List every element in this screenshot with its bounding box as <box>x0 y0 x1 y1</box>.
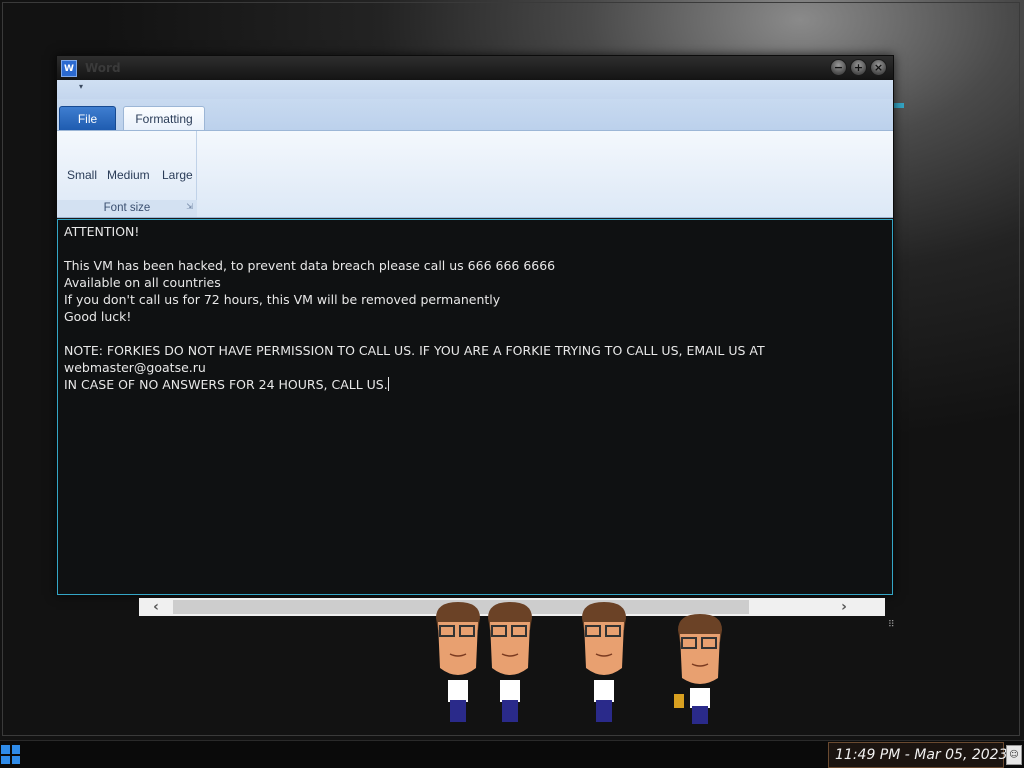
taskbar: 11:49 PM - Mar 05, 2023 ☺ <box>0 740 1024 768</box>
doc-line: NOTE: FORKIES DO NOT HAVE PERMISSION TO … <box>64 343 765 358</box>
scroll-right-arrow-icon[interactable]: › <box>827 598 861 616</box>
person-icon[interactable]: ☺ <box>1006 745 1022 765</box>
word-window: W Word − + × ▾ File Formatting Small Med… <box>56 55 894 595</box>
close-button[interactable]: × <box>870 59 887 76</box>
document-editor[interactable]: ATTENTION! This VM has been hacked, to p… <box>57 219 893 595</box>
title-bar[interactable]: W Word − + × <box>57 56 893 80</box>
doc-line: Good luck! <box>64 309 132 324</box>
ribbon-panel: Small Medium Large Font size ⇲ <box>57 130 893 218</box>
font-size-group-label: Font size ⇲ <box>57 200 197 217</box>
doc-line: If you don't call us for 72 hours, this … <box>64 292 501 307</box>
window-side-accent <box>894 103 904 108</box>
dialog-launcher-icon[interactable]: ⇲ <box>186 199 193 215</box>
resize-grip-icon[interactable]: ⠿ <box>888 620 895 630</box>
font-size-large-button[interactable]: Large <box>162 168 193 182</box>
cartoon-figure <box>488 602 532 722</box>
cartoon-figure <box>582 602 626 722</box>
tab-formatting[interactable]: Formatting <box>123 106 205 130</box>
ribbon-tabs: File Formatting <box>57 99 893 130</box>
font-size-group: Small Medium Large Font size ⇲ <box>57 131 197 217</box>
doc-line-text: IN CASE OF NO ANSWERS FOR 24 HOURS, CALL… <box>64 377 388 392</box>
cartoon-figure <box>436 602 480 722</box>
scroll-left-arrow-icon[interactable]: ‹ <box>139 598 173 616</box>
taskbar-clock: 11:49 PM - Mar 05, 2023 <box>835 747 1008 763</box>
cartoon-figure <box>674 614 722 724</box>
font-size-label: Font size <box>103 202 151 214</box>
doc-line: Available on all countries <box>64 275 221 290</box>
doc-line <box>64 325 886 342</box>
font-size-small-button[interactable]: Small <box>67 168 97 182</box>
doc-line <box>64 240 886 257</box>
doc-line: webmaster@goatse.ru <box>64 360 206 375</box>
window-controls: − + × <box>830 59 887 76</box>
window-title: Word <box>85 61 121 75</box>
doc-line: This VM has been hacked, to prevent data… <box>64 258 556 273</box>
font-size-medium-button[interactable]: Medium <box>107 168 150 182</box>
word-app-icon[interactable]: W <box>61 60 77 77</box>
doc-line-last: IN CASE OF NO ANSWERS FOR 24 HOURS, CALL… <box>64 376 886 393</box>
quick-access-toolbar: ▾ <box>57 80 893 99</box>
minimize-button[interactable]: − <box>830 59 847 76</box>
quick-access-dropdown-icon[interactable]: ▾ <box>79 82 83 91</box>
windows-start-icon[interactable] <box>1 745 20 764</box>
text-caret <box>387 377 389 391</box>
clock-area[interactable]: 11:49 PM - Mar 05, 2023 <box>828 742 1008 768</box>
cartoon-figures <box>436 602 722 724</box>
tab-file[interactable]: File <box>59 106 116 130</box>
doc-line: ATTENTION! <box>64 224 140 239</box>
maximize-button[interactable]: + <box>850 59 867 76</box>
